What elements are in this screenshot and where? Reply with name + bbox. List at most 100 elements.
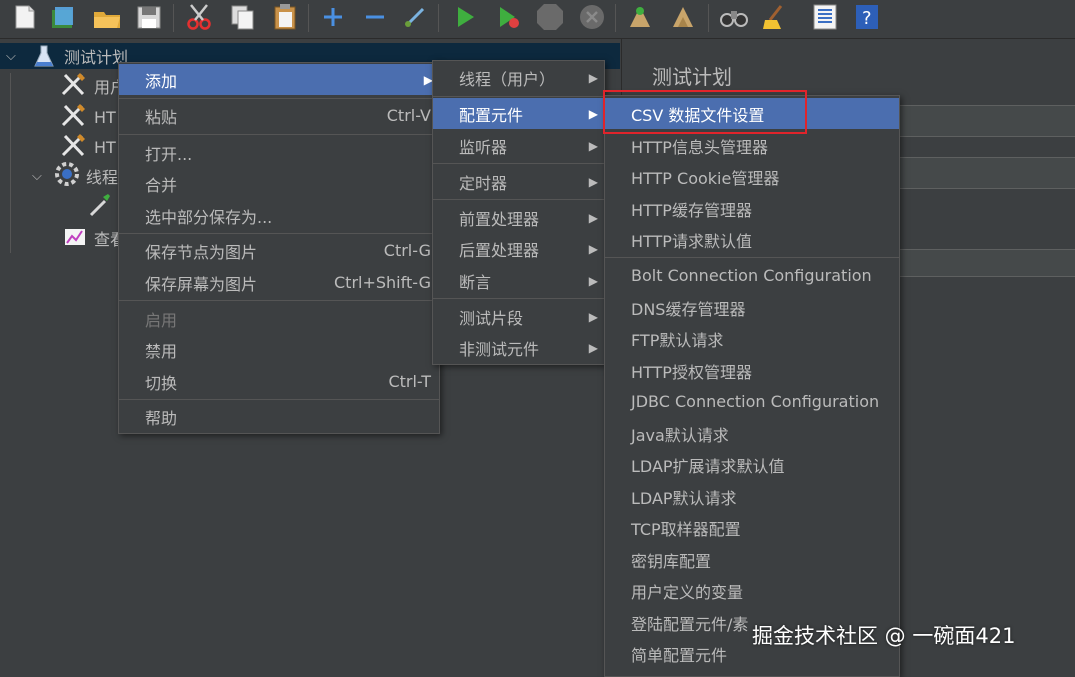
config-item[interactable]: 用户定义的变量: [605, 575, 899, 606]
config-item[interactable]: HTTP信息头管理器: [605, 130, 899, 161]
open-icon[interactable]: [92, 2, 122, 32]
menu-item-label: 简单配置元件: [631, 645, 728, 665]
menu-item-label: 添加: [145, 71, 178, 91]
menu-item-label: 线程（用户）: [459, 69, 556, 89]
menu-item-label: HTTP缓存管理器: [631, 200, 752, 220]
tree-node-label: HT: [94, 107, 116, 127]
stop-icon[interactable]: [535, 2, 565, 32]
menu-item-label: 选中部分保存为...: [145, 207, 273, 227]
config-item[interactable]: LDAP默认请求: [605, 481, 899, 512]
add-submenu: 线程（用户） ▶ 配置元件 ▶ 监听器 ▶ 定时器 ▶ 前置处理器 ▶ 后置处理…: [432, 60, 605, 365]
toggle-icon[interactable]: [400, 2, 430, 32]
templates-icon[interactable]: [48, 2, 78, 32]
menu-item-label: 打开...: [145, 144, 193, 164]
config-item[interactable]: 密钥库配置: [605, 544, 899, 575]
menu-item-label: 粘贴: [145, 107, 178, 127]
config-item[interactable]: HTTP Cookie管理器: [605, 161, 899, 192]
menu-item-label: JDBC Connection Configuration: [631, 392, 880, 411]
clear-all-icon[interactable]: [668, 2, 698, 32]
menu-item-disable[interactable]: 禁用: [119, 334, 439, 365]
tree-node[interactable]: HT: [60, 104, 116, 130]
clear-icon[interactable]: [625, 2, 655, 32]
chevron-right-icon: ▶: [588, 340, 598, 355]
menu-divider: [119, 233, 439, 234]
menu-item-label: 配置元件: [459, 105, 524, 125]
menu-divider: [119, 300, 439, 301]
copy-icon[interactable]: [228, 2, 258, 32]
submenu-item-non-test-element[interactable]: 非测试元件 ▶: [433, 332, 604, 363]
expand-icon[interactable]: [318, 2, 348, 32]
menu-item-save-selection[interactable]: 选中部分保存为...: [119, 200, 439, 231]
menu-item-label: 后置处理器: [459, 240, 540, 260]
chevron-down-icon[interactable]: ⌵: [6, 49, 16, 64]
menu-item-accelerator: Ctrl+Shift-G: [334, 273, 431, 292]
menu-item-label: 登陆配置元件/素: [631, 614, 749, 634]
config-item[interactable]: HTTP授权管理器: [605, 355, 899, 386]
menu-item-label: LDAP扩展请求默认值: [631, 456, 785, 476]
menu-item-open[interactable]: 打开...: [119, 137, 439, 168]
start-icon[interactable]: [450, 2, 480, 32]
start-no-pause-icon[interactable]: [494, 2, 524, 32]
menu-item-help[interactable]: 帮助: [119, 401, 439, 432]
function-helper-icon[interactable]: [810, 2, 840, 32]
tree-node-thread-group[interactable]: ⌵ 线程: [32, 162, 118, 189]
help-icon[interactable]: ?: [852, 2, 882, 32]
menu-item-label: 切换: [145, 373, 178, 393]
menu-item-accelerator: Ctrl-V: [386, 106, 431, 125]
wrench-icon: [60, 102, 88, 132]
tree-node[interactable]: 查看: [62, 225, 126, 251]
menu-divider: [605, 257, 899, 258]
cut-icon[interactable]: [184, 2, 214, 32]
tree-node[interactable]: [88, 194, 112, 220]
menu-divider: [119, 399, 439, 400]
menu-item-toggle[interactable]: 切换 Ctrl-T: [119, 366, 439, 397]
config-item[interactable]: HTTP缓存管理器: [605, 193, 899, 224]
submenu-item-listener[interactable]: 监听器 ▶: [433, 130, 604, 161]
reset-search-icon[interactable]: [760, 2, 790, 32]
config-element-submenu: CSV 数据文件设置 HTTP信息头管理器 HTTP Cookie管理器 HTT…: [604, 95, 900, 677]
config-item[interactable]: FTP默认请求: [605, 323, 899, 354]
config-item[interactable]: HTTP请求默认值: [605, 224, 899, 255]
tree-node[interactable]: HT: [60, 134, 116, 160]
save-icon[interactable]: [134, 2, 164, 32]
collapse-icon[interactable]: [360, 2, 390, 32]
chevron-right-icon: ▶: [588, 241, 598, 256]
chevron-right-icon: ▶: [588, 106, 598, 121]
menu-item-paste[interactable]: 粘贴 Ctrl-V: [119, 100, 439, 131]
paste-icon[interactable]: [270, 2, 300, 32]
new-file-icon[interactable]: [10, 2, 40, 32]
svg-text:?: ?: [862, 8, 872, 29]
menu-item-save-node-image[interactable]: 保存节点为图片 Ctrl-G: [119, 235, 439, 266]
search-icon[interactable]: [718, 2, 748, 32]
menu-item-label: LDAP默认请求: [631, 488, 737, 508]
menu-item-label: 监听器: [459, 137, 508, 157]
config-item[interactable]: JDBC Connection Configuration: [605, 386, 899, 417]
report-icon: [62, 223, 88, 253]
shutdown-icon[interactable]: [577, 2, 607, 32]
menu-item-save-screen-image[interactable]: 保存屏幕为图片 Ctrl+Shift-G: [119, 267, 439, 298]
config-item[interactable]: TCP取样器配置: [605, 512, 899, 543]
submenu-item-threads[interactable]: 线程（用户） ▶: [433, 62, 604, 93]
menu-item-add[interactable]: 添加 ▶: [119, 64, 439, 95]
config-item[interactable]: Bolt Connection Configuration: [605, 260, 899, 291]
submenu-item-assertion[interactable]: 断言 ▶: [433, 265, 604, 296]
menu-item-label: 启用: [145, 310, 178, 330]
menu-item-label: 非测试元件: [459, 339, 540, 359]
submenu-item-timer[interactable]: 定时器 ▶: [433, 166, 604, 197]
wrench-icon: [60, 132, 88, 162]
tree-node[interactable]: 用户: [60, 73, 126, 99]
submenu-item-post-processor[interactable]: 后置处理器 ▶: [433, 233, 604, 264]
menu-item-merge[interactable]: 合并: [119, 168, 439, 199]
submenu-item-test-fragment[interactable]: 测试片段 ▶: [433, 301, 604, 332]
flask-icon: [34, 44, 54, 72]
config-item[interactable]: DNS缓存管理器: [605, 292, 899, 323]
chevron-right-icon: ▶: [588, 70, 598, 85]
submenu-item-config-element[interactable]: 配置元件 ▶: [433, 98, 604, 129]
menu-item-label: 禁用: [145, 341, 178, 361]
config-item[interactable]: LDAP扩展请求默认值: [605, 449, 899, 480]
menu-item-accelerator: Ctrl-G: [383, 241, 431, 260]
wrench-icon: [60, 71, 88, 101]
chevron-down-icon[interactable]: ⌵: [32, 169, 42, 184]
config-item[interactable]: Java默认请求: [605, 418, 899, 449]
submenu-item-pre-processor[interactable]: 前置处理器 ▶: [433, 202, 604, 233]
